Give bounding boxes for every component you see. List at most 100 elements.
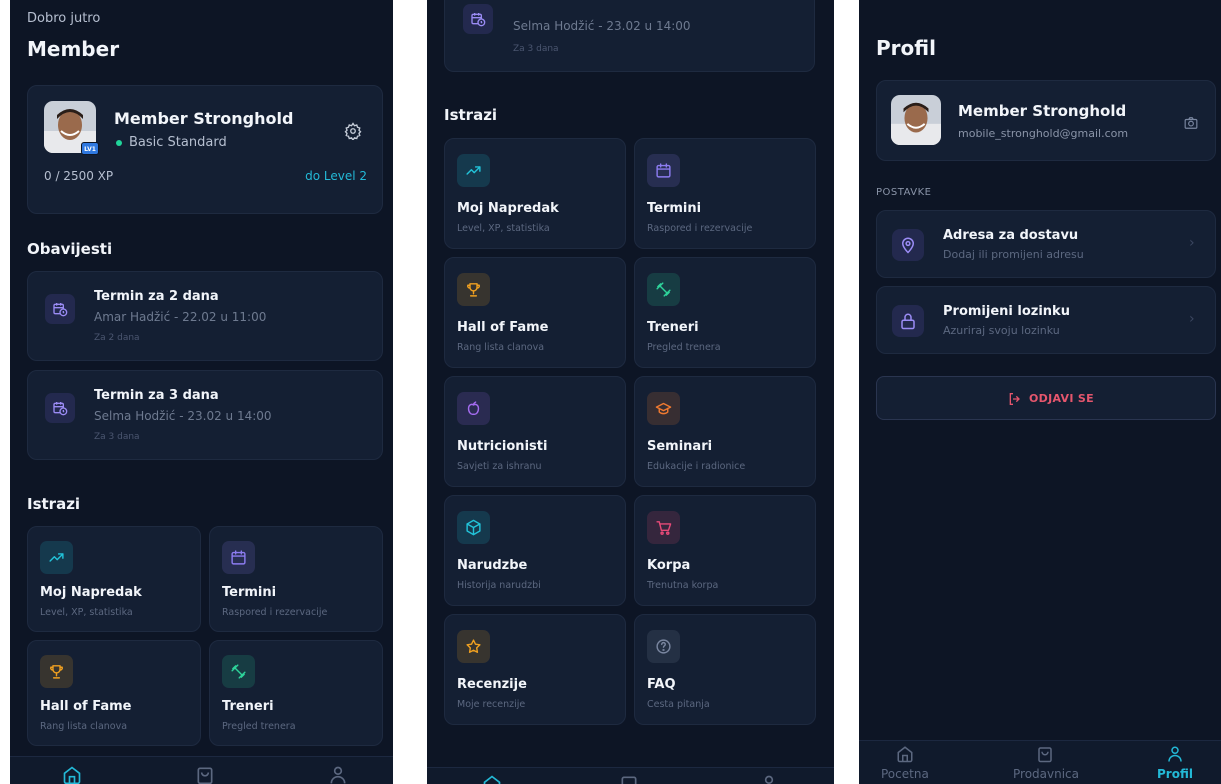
explore-tile[interactable]: Korpa Trenutna korpa	[634, 495, 816, 606]
notification-card[interactable]: Selma Hodžić - 23.02 u 14:00 Za 3 dana	[444, 0, 815, 72]
explore-title: Istrazi	[444, 106, 498, 124]
explore-tile[interactable]: Treneri Pregled trenera	[209, 640, 383, 746]
explore-tile[interactable]: Moj Napredak Level, XP, statistika	[27, 526, 201, 632]
shopping-bag-icon	[1038, 747, 1052, 763]
settings-item-subtitle: Dodaj ili promijeni adresu	[943, 248, 1084, 261]
lock-icon	[892, 305, 924, 337]
notifications-title: Obavijesti	[27, 240, 113, 258]
tile-subtitle: Rang lista clanova	[457, 342, 545, 353]
package-icon	[457, 511, 490, 544]
tile-subtitle: Raspored i rezervacije	[222, 607, 328, 618]
bottom-nav	[10, 756, 393, 784]
home-screen-scrolled: Selma Hodžić - 23.02 u 14:00 Za 3 dana I…	[427, 0, 834, 784]
profile-name: Member Stronghold	[958, 102, 1127, 120]
tile-subtitle: Rang lista clanova	[40, 721, 128, 732]
logout-label: ODJAVI SE	[1029, 392, 1094, 405]
tile-subtitle: Moje recenzije	[457, 699, 526, 710]
calendar-clock-icon	[45, 393, 75, 423]
explore-title: Istrazi	[27, 495, 81, 513]
profile-card: Member Stronghold mobile_stronghold@gmai…	[876, 80, 1216, 161]
greeting: Dobro jutro	[27, 11, 101, 26]
dumbbell-icon	[647, 273, 680, 306]
tile-title: Termini	[647, 201, 702, 216]
nav-shop[interactable]: Prodavnica	[1004, 745, 1084, 783]
next-level-label: do Level 2	[305, 169, 367, 183]
user-icon	[330, 766, 346, 784]
tile-title: Hall of Fame	[40, 699, 132, 714]
tile-title: Treneri	[222, 699, 274, 714]
notification-card[interactable]: Termin za 2 dana Amar Hadžić - 22.02 u 1…	[27, 271, 383, 361]
chevron-right-icon: ›	[1189, 311, 1195, 327]
nav-label: Profil	[1157, 767, 1193, 781]
nav-home[interactable]: Pocetna	[871, 745, 941, 783]
settings-section-label: POSTAVKE	[876, 187, 932, 198]
tile-subtitle: Edukacije i radionice	[647, 461, 746, 472]
membership-plan: Basic Standard	[116, 135, 227, 150]
bottom-nav: Pocetna Prodavnica Profil	[859, 740, 1221, 784]
explore-tile[interactable]: Termini Raspored i rezervacije	[634, 138, 816, 249]
settings-item-password[interactable]: Promijeni lozinku Azuriraj svoju lozinku…	[876, 286, 1216, 354]
profile-screen: Profil Member Stronghold mobile_strongho…	[859, 0, 1221, 784]
settings-item-address[interactable]: Adresa za dostavu Dodaj ili promijeni ad…	[876, 210, 1216, 278]
explore-tile[interactable]: Recenzije Moje recenzije	[444, 614, 626, 725]
calendar-clock-icon	[463, 4, 493, 34]
tile-title: FAQ	[647, 677, 676, 692]
explore-tile[interactable]: Moj Napredak Level, XP, statistika	[444, 138, 626, 249]
nav-shop[interactable]	[619, 774, 645, 784]
tile-subtitle: Savjeti za ishranu	[457, 461, 542, 472]
avatar	[891, 95, 941, 145]
notification-card[interactable]: Termin za 3 dana Selma Hodžić - 23.02 u …	[27, 370, 383, 460]
cart-icon	[647, 511, 680, 544]
user-icon	[764, 775, 774, 784]
explore-tile[interactable]: Nutricionisti Savjeti za ishranu	[444, 376, 626, 487]
logout-button[interactable]: ODJAVI SE	[876, 376, 1216, 420]
explore-tile[interactable]: Treneri Pregled trenera	[634, 257, 816, 368]
notification-meta: Za 3 dana	[94, 432, 140, 442]
nav-profile[interactable]	[328, 765, 354, 784]
nav-label: Prodavnica	[1013, 767, 1079, 781]
nav-profile[interactable]	[759, 774, 785, 784]
trend-up-icon	[457, 154, 490, 187]
explore-tile[interactable]: Hall of Fame Rang lista clanova	[27, 640, 201, 746]
home-icon	[63, 766, 81, 784]
tile-title: Nutricionisti	[457, 439, 548, 454]
apple-icon	[457, 392, 490, 425]
nav-profile[interactable]: Profil	[1144, 745, 1204, 783]
tile-title: Termini	[222, 585, 277, 600]
tile-title: Korpa	[647, 558, 691, 573]
bottom-nav	[427, 767, 834, 784]
settings-gear-icon[interactable]	[344, 122, 362, 144]
nav-shop[interactable]	[195, 765, 221, 784]
tile-title: Narudzbe	[457, 558, 528, 573]
help-circle-icon	[647, 630, 680, 663]
dumbbell-icon	[222, 655, 255, 688]
camera-icon[interactable]	[1184, 115, 1198, 134]
notification-subtitle: Selma Hodžić - 23.02 u 14:00	[513, 19, 691, 33]
notification-meta: Za 3 dana	[513, 44, 559, 54]
calendar-icon	[647, 154, 680, 187]
calendar-clock-icon	[45, 294, 75, 324]
tile-title: Hall of Fame	[457, 320, 549, 335]
calendar-icon	[222, 541, 255, 574]
profile-card[interactable]: LV1 Member Stronghold Basic Standard 0 /…	[27, 85, 383, 214]
home-icon	[897, 746, 913, 763]
tile-title: Moj Napredak	[40, 585, 142, 600]
tile-title: Moj Napredak	[457, 201, 559, 216]
shopping-bag-icon	[621, 776, 637, 784]
graduation-cap-icon	[647, 392, 680, 425]
nav-home[interactable]	[482, 774, 508, 784]
explore-tile[interactable]: FAQ Cesta pitanja	[634, 614, 816, 725]
profile-email: mobile_stronghold@gmail.com	[958, 127, 1129, 140]
nav-home[interactable]	[62, 765, 88, 784]
level-badge: LV1	[81, 142, 99, 155]
settings-item-title: Adresa za dostavu	[943, 228, 1079, 243]
explore-tile[interactable]: Hall of Fame Rang lista clanova	[444, 257, 626, 368]
settings-item-title: Promijeni lozinku	[943, 304, 1070, 319]
explore-tile[interactable]: Termini Raspored i rezervacije	[209, 526, 383, 632]
home-icon	[483, 775, 501, 784]
notification-title: Termin za 3 dana	[94, 388, 219, 403]
explore-tile[interactable]: Seminari Edukacije i radionice	[634, 376, 816, 487]
explore-tile[interactable]: Narudzbe Historija narudzbi	[444, 495, 626, 606]
profile-name: Member Stronghold	[114, 109, 294, 128]
tile-title: Treneri	[647, 320, 699, 335]
